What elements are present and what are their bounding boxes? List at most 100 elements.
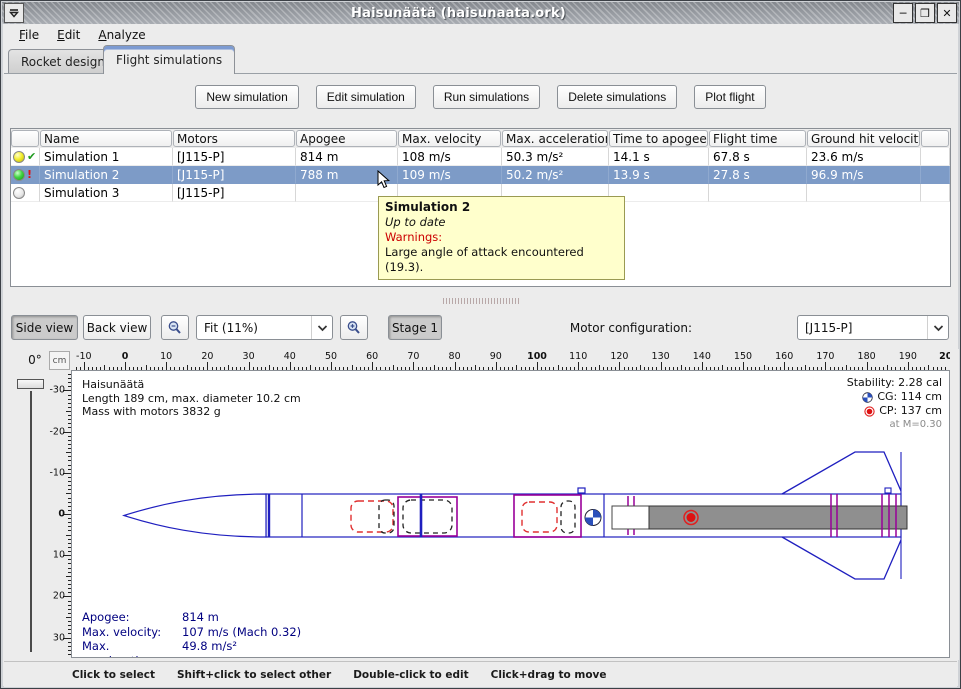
tab-flight-simulations[interactable]: Flight simulations <box>103 45 235 74</box>
new-simulation-button[interactable]: New simulation <box>195 85 298 109</box>
h-ruler-label: 90 <box>490 351 502 362</box>
cg-legend-icon <box>862 392 873 403</box>
rocket-view-panel: 0° cm -100102030405060708090100110120130… <box>4 349 959 660</box>
h-ruler-label: 200 <box>939 351 950 362</box>
maximize-button[interactable]: ❒ <box>915 3 935 23</box>
column-header-filler <box>921 130 949 147</box>
motor-configuration-value: [J115-P] <box>805 321 852 335</box>
zoom-in-button[interactable] <box>340 315 368 340</box>
tooltip-warnings-label: Warnings: <box>385 230 618 245</box>
max-acceleration-value: 49.8 m/s² <box>182 639 301 658</box>
h-ruler-label: 120 <box>610 351 628 362</box>
simulation-actions: New simulation Edit simulation Run simul… <box>1 85 960 109</box>
status-ball-icon <box>13 187 25 199</box>
horizontal-ruler: -100102030405060708090100110120130140150… <box>71 351 950 370</box>
h-ruler-label: 180 <box>858 351 876 362</box>
column-header-time-to-apogee[interactable]: Time to apogee <box>609 130 708 147</box>
tooltip-warning-text: Large angle of attack encountered (19.3)… <box>385 245 618 275</box>
stage-1-toggle[interactable]: Stage 1 <box>388 315 442 340</box>
titlebar[interactable]: Haisunäätä (haisunaata.ork) ─ ❒ ✕ <box>2 2 959 24</box>
panel-splitter[interactable] <box>1 295 960 307</box>
delete-simulations-button[interactable]: Delete simulations <box>557 85 677 109</box>
launch-lug[interactable] <box>578 488 585 493</box>
h-ruler-label: 190 <box>899 351 917 362</box>
cp-legend-icon <box>864 406 875 417</box>
magnifier-plus-icon <box>346 320 362 336</box>
v-ruler-label: 30 <box>53 632 65 643</box>
h-ruler-label: 160 <box>775 351 793 362</box>
column-header-max-acceleration[interactable]: Max. acceleration <box>502 130 608 147</box>
rail-button[interactable] <box>885 488 891 493</box>
rotation-slider-handle[interactable] <box>17 379 44 389</box>
hint-double-click: Double-click to edit <box>353 669 468 681</box>
zoom-level-select[interactable]: Fit (11%) <box>196 315 333 340</box>
h-ruler-label: 130 <box>652 351 670 362</box>
tabbar: Rocket design Flight simulations <box>4 45 957 74</box>
column-header-max-velocity[interactable]: Max. velocity <box>398 130 501 147</box>
menu-analyze[interactable]: Analyze <box>89 26 154 44</box>
status-ball-icon <box>13 151 25 163</box>
h-ruler-label: 110 <box>569 351 587 362</box>
cg-value: CG: 114 cm <box>877 390 942 404</box>
h-ruler-label: 170 <box>816 351 834 362</box>
zoom-level-value: Fit (11%) <box>204 321 258 335</box>
column-header-motors[interactable]: Motors <box>173 130 295 147</box>
back-view-button[interactable]: Back view <box>83 315 151 340</box>
zoom-out-button[interactable] <box>161 315 189 340</box>
h-ruler-label: 20 <box>201 351 213 362</box>
h-ruler-label: 0 <box>122 351 129 362</box>
stability-value: Stability: 2.28 cal <box>847 376 942 390</box>
table-row[interactable]: !Simulation 2[J115-P]788 m109 m/s50.2 m/… <box>11 166 950 184</box>
menu-edit[interactable]: Edit <box>48 26 89 44</box>
tab-rocket-design[interactable]: Rocket design <box>8 49 118 73</box>
statusbar: Click to select Shift+click to select ot… <box>4 661 957 687</box>
plot-flight-button[interactable]: Plot flight <box>694 85 765 109</box>
h-ruler-label: 100 <box>527 351 547 362</box>
hint-shift-click: Shift+click to select other <box>177 669 331 681</box>
fin-top[interactable] <box>782 452 901 494</box>
h-ruler-label: 140 <box>693 351 711 362</box>
mach-condition: at M=0.30 <box>847 418 942 432</box>
h-ruler-label: 70 <box>407 351 419 362</box>
window-menu-icon[interactable] <box>4 3 24 23</box>
column-header-status[interactable] <box>11 130 39 147</box>
tooltip-status: Up to date <box>385 215 618 230</box>
column-header-apogee[interactable]: Apogee <box>296 130 397 147</box>
vertical-ruler: -30-20-100102030 <box>49 370 71 658</box>
status-ball-icon <box>13 169 25 181</box>
close-button[interactable]: ✕ <box>937 3 957 23</box>
hint-click-drag: Click+drag to move <box>491 669 607 681</box>
side-view-button[interactable]: Side view <box>11 315 78 340</box>
h-ruler-label: 80 <box>449 351 461 362</box>
table-header: Name Motors Apogee Max. velocity Max. ac… <box>11 129 950 148</box>
cg-marker-icon <box>585 510 601 526</box>
minimize-button[interactable]: ─ <box>893 3 913 23</box>
table-row[interactable]: ✔Simulation 1[J115-P]814 m108 m/s50.3 m/… <box>11 148 950 166</box>
menu-file[interactable]: File <box>10 26 48 44</box>
rocket-canvas[interactable]: Haisunäätä Length 189 cm, max. diameter … <box>71 370 950 658</box>
motor-configuration-select[interactable]: [J115-P] <box>797 315 949 340</box>
fin-bottom[interactable] <box>782 537 901 579</box>
column-header-flight-time[interactable]: Flight time <box>709 130 806 147</box>
rotation-slider[interactable] <box>30 391 32 652</box>
rocket-mass: Mass with motors 3832 g <box>82 405 301 419</box>
rocket-info: Haisunäätä Length 189 cm, max. diameter … <box>82 378 301 419</box>
tooltip-title: Simulation 2 <box>385 200 618 215</box>
run-simulations-button[interactable]: Run simulations <box>433 85 540 109</box>
chevron-down-icon <box>311 316 332 339</box>
column-header-ground-hit-velocity[interactable]: Ground hit velocity <box>807 130 920 147</box>
cp-value: CP: 137 cm <box>879 404 942 418</box>
view-toolbar: Side view Back view Fit (11%) Stage 1 <box>4 309 957 347</box>
stability-info: Stability: 2.28 cal CG: 114 cm CP: 137 c… <box>847 376 942 432</box>
chevron-down-icon <box>927 316 948 339</box>
h-ruler-label: 10 <box>160 351 172 362</box>
v-ruler-label: -10 <box>49 467 65 478</box>
edit-simulation-button[interactable]: Edit simulation <box>316 85 416 109</box>
nose-cone[interactable] <box>124 494 266 537</box>
menubar: File Edit Analyze <box>4 24 957 45</box>
column-header-name[interactable]: Name <box>40 130 172 147</box>
v-ruler-label: 0 <box>58 509 65 520</box>
hint-click-select: Click to select <box>72 669 155 681</box>
motor-mount-tube[interactable] <box>612 506 654 529</box>
v-ruler-label: -30 <box>49 385 65 396</box>
